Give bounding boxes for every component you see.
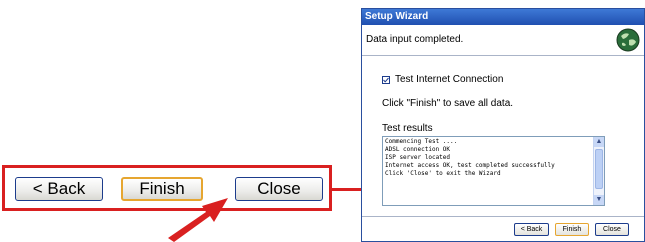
test-connection-checkbox[interactable] bbox=[382, 75, 390, 84]
window-title: Setup Wizard bbox=[362, 9, 644, 25]
wizard-header: Data input completed. bbox=[362, 25, 644, 56]
wizard-footer: < Back Finish Close bbox=[362, 216, 644, 241]
setup-wizard-window: Setup Wizard Data input completed. Test … bbox=[361, 8, 645, 242]
finish-button[interactable]: Finish bbox=[555, 223, 589, 236]
scroll-down-icon[interactable]: ▼ bbox=[594, 195, 604, 205]
wizard-content: Test Internet Connection Click "Finish" … bbox=[362, 56, 644, 216]
scroll-thumb[interactable] bbox=[595, 149, 603, 189]
close-button[interactable]: Close bbox=[595, 223, 629, 236]
test-results-textarea[interactable]: Commencing Test .... ADSL connection OK … bbox=[382, 136, 605, 206]
globe-icon bbox=[616, 28, 640, 52]
back-button[interactable]: < Back bbox=[514, 223, 549, 236]
test-results-text: Commencing Test .... ADSL connection OK … bbox=[385, 138, 555, 177]
save-instruction: Click "Finish" to save all data. bbox=[382, 98, 514, 109]
zoomed-back-button[interactable]: < Back bbox=[15, 177, 103, 201]
test-connection-option[interactable]: Test Internet Connection bbox=[382, 74, 503, 85]
test-results-label: Test results bbox=[382, 123, 433, 134]
results-scrollbar[interactable]: ▲ ▼ bbox=[593, 137, 604, 205]
scroll-up-icon[interactable]: ▲ bbox=[594, 137, 604, 147]
test-connection-label: Test Internet Connection bbox=[395, 74, 504, 85]
red-arrow-icon bbox=[168, 198, 228, 242]
checkmark-icon bbox=[383, 77, 389, 83]
zoomed-close-button[interactable]: Close bbox=[235, 177, 323, 201]
header-text: Data input completed. bbox=[366, 34, 464, 45]
